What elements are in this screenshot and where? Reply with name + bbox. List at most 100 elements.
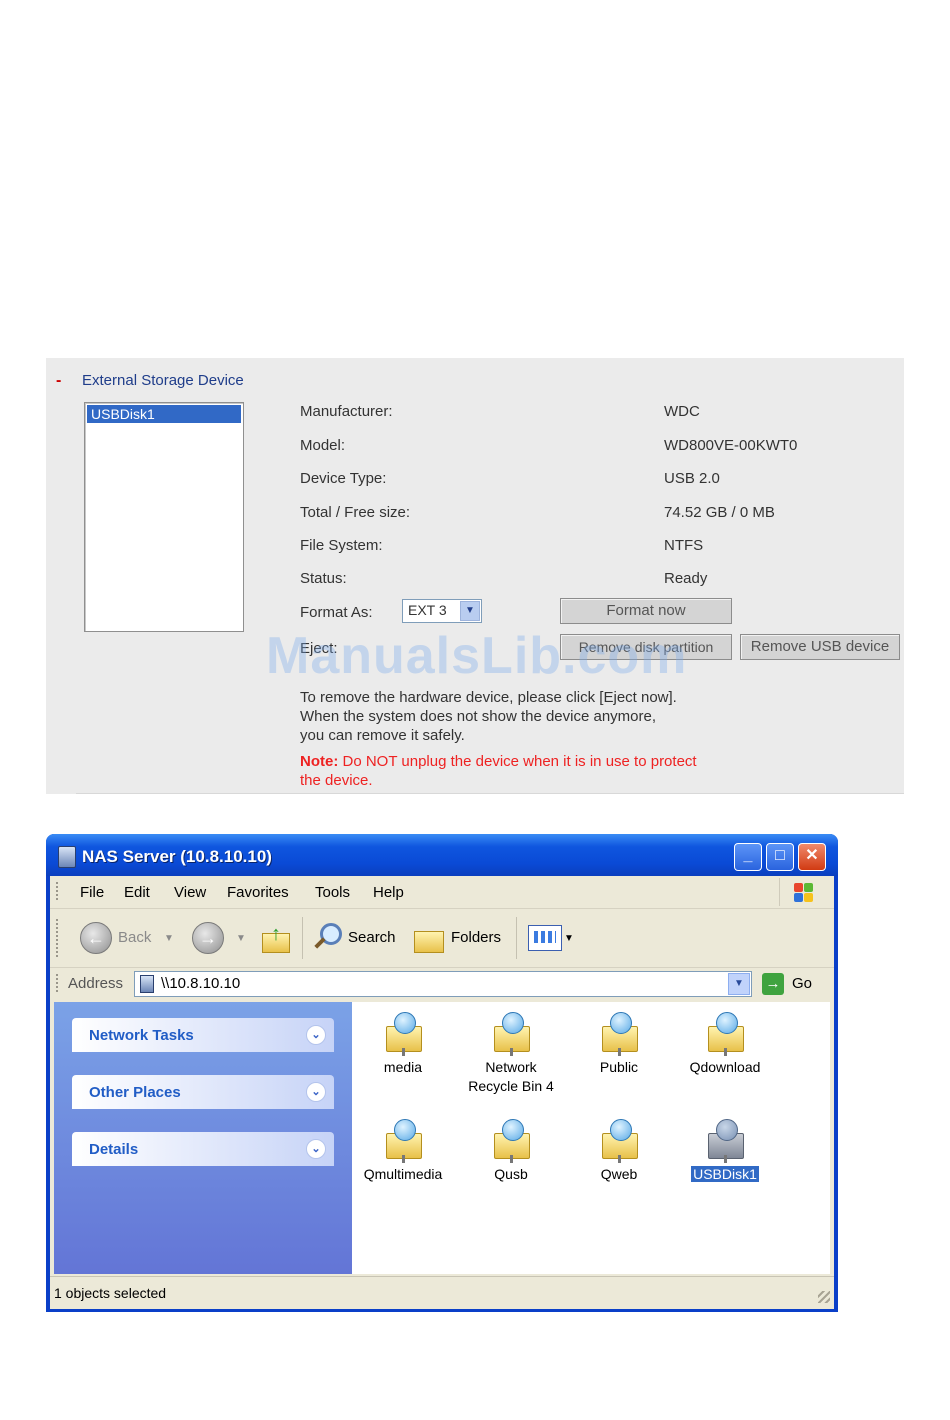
format-now-button[interactable]: Format now — [560, 598, 732, 624]
warning-note: Note: Do NOT unplug the device when it i… — [300, 752, 720, 790]
windows-logo-icon — [779, 878, 824, 906]
format-as-label: Format As: — [300, 604, 373, 621]
file-system-value: NTFS — [664, 537, 704, 554]
toolbar-separator — [302, 917, 303, 959]
shared-folder-icon — [384, 1010, 422, 1056]
resize-grip-icon[interactable] — [818, 1291, 830, 1303]
chevron-down-icon[interactable]: ⌄ — [306, 1082, 326, 1102]
folders-button-label[interactable]: Folders — [451, 929, 501, 946]
chevron-down-icon[interactable]: ⌄ — [306, 1139, 326, 1159]
share-item-qusb[interactable]: Qusb — [456, 1117, 566, 1184]
back-button-label[interactable]: Back — [118, 929, 151, 946]
shared-folder-icon — [706, 1010, 744, 1056]
share-item-usbdisk1[interactable]: USBDisk1 — [670, 1117, 780, 1184]
shared-folder-icon — [600, 1117, 638, 1163]
task-panel-details[interactable]: Details ⌄ — [72, 1132, 334, 1166]
divider — [76, 793, 904, 794]
shared-folder-icon — [492, 1010, 530, 1056]
chevron-down-icon[interactable]: ▼ — [728, 973, 750, 995]
views-dropdown-icon[interactable]: ▼ — [564, 933, 574, 944]
folder-view[interactable]: media Network Recycle Bin 4 Public Qdown… — [352, 1002, 830, 1274]
status-bar: 1 objects selected — [50, 1276, 834, 1309]
usb-drive-share-icon — [706, 1117, 744, 1163]
collapse-toggle[interactable]: - — [56, 372, 61, 390]
task-panel-network-tasks[interactable]: Network Tasks ⌄ — [72, 1018, 334, 1052]
chevron-down-icon[interactable]: ⌄ — [306, 1025, 326, 1045]
model-label: Model: — [300, 437, 346, 454]
network-drive-icon — [58, 846, 76, 868]
up-folder-icon[interactable]: ↑ — [262, 923, 290, 953]
window-title: NAS Server (10.8.10.10) — [82, 847, 272, 866]
address-label: Address — [68, 975, 124, 992]
back-dropdown-icon[interactable]: ▼ — [164, 933, 174, 944]
shared-folder-icon — [384, 1117, 422, 1163]
close-button[interactable]: ✕ — [798, 843, 826, 871]
menu-view[interactable]: View — [174, 884, 206, 901]
toolbar-grip[interactable] — [56, 974, 58, 994]
menu-tools[interactable]: Tools — [315, 884, 350, 901]
share-item-qmultimedia[interactable]: Qmultimedia — [348, 1117, 458, 1184]
remove-partition-button[interactable]: Remove disk partition — [560, 634, 732, 660]
device-list[interactable]: USBDisk1 — [84, 402, 244, 632]
status-value: Ready — [664, 570, 708, 587]
menu-edit[interactable]: Edit — [124, 884, 150, 901]
note-label: Note: — [300, 753, 339, 770]
share-item-network-recycle-bin[interactable]: Network Recycle Bin 4 — [456, 1010, 566, 1096]
window-body: File Edit View Favorites Tools Help ← Ba… — [50, 876, 834, 1309]
share-item-public[interactable]: Public — [564, 1010, 674, 1077]
format-select[interactable]: EXT 3 ▼ — [402, 599, 482, 623]
menu-bar: File Edit View Favorites Tools Help — [50, 876, 834, 909]
note-text: Do NOT unplug the device when it is in u… — [300, 753, 697, 789]
go-button-label[interactable]: Go — [792, 975, 812, 992]
address-input[interactable]: \\10.8.10.10 ▼ — [134, 971, 752, 997]
toolbar-grip[interactable] — [56, 882, 58, 902]
search-icon[interactable] — [312, 921, 342, 951]
standard-toolbar: ← Back ▼ → ▼ ↑ Search Folders ▼ — [50, 909, 834, 968]
remove-usb-button[interactable]: Remove USB device — [740, 634, 900, 660]
shared-folder-icon — [600, 1010, 638, 1056]
task-panel-title: Network Tasks — [89, 1027, 194, 1044]
device-type-label: Device Type: — [300, 470, 387, 487]
panel-title: External Storage Device — [82, 372, 244, 389]
size-value: 74.52 GB / 0 MB — [664, 504, 775, 521]
eject-label: Eject: — [300, 640, 338, 657]
network-drive-icon — [140, 975, 154, 993]
status-text: 1 objects selected — [54, 1285, 167, 1301]
forward-arrow-icon[interactable]: → — [192, 922, 224, 954]
device-list-item[interactable]: USBDisk1 — [87, 405, 241, 423]
status-label: Status: — [300, 570, 347, 587]
forward-dropdown-icon[interactable]: ▼ — [236, 933, 246, 944]
file-system-label: File System: — [300, 537, 383, 554]
share-item-media[interactable]: media — [348, 1010, 458, 1077]
manufacturer-value: WDC — [664, 403, 700, 420]
go-arrow-icon[interactable]: → — [762, 973, 784, 995]
title-bar[interactable]: NAS Server (10.8.10.10) _ □ ✕ — [46, 834, 838, 876]
chevron-down-icon[interactable]: ▼ — [460, 601, 480, 621]
menu-favorites[interactable]: Favorites — [227, 884, 289, 901]
minimize-button[interactable]: _ — [734, 843, 762, 871]
task-panel-title: Details — [89, 1141, 139, 1158]
toolbar-separator — [516, 917, 517, 959]
search-button-label[interactable]: Search — [348, 929, 396, 946]
views-icon[interactable] — [528, 925, 562, 951]
task-pane: Network Tasks ⌄ Other Places ⌄ Details ⌄ — [54, 1002, 352, 1274]
toolbar-grip[interactable] — [56, 919, 58, 959]
device-type-value: USB 2.0 — [664, 470, 720, 487]
model-value: WD800VE-00KWT0 — [664, 437, 798, 454]
eject-help-text: To remove the hardware device, please cl… — [300, 689, 677, 744]
maximize-button[interactable]: □ — [766, 843, 794, 871]
task-panel-title: Other Places — [89, 1084, 181, 1101]
format-select-value: EXT 3 — [408, 602, 447, 618]
back-arrow-icon[interactable]: ← — [80, 922, 112, 954]
share-item-qweb[interactable]: Qweb — [564, 1117, 674, 1184]
task-panel-other-places[interactable]: Other Places ⌄ — [72, 1075, 334, 1109]
menu-help[interactable]: Help — [373, 884, 404, 901]
share-item-qdownload[interactable]: Qdownload — [670, 1010, 780, 1077]
manufacturer-label: Manufacturer: — [300, 403, 393, 420]
folders-icon[interactable] — [414, 925, 444, 953]
menu-file[interactable]: File — [80, 884, 104, 901]
selected-item-label: USBDisk1 — [690, 1165, 760, 1183]
explorer-window: NAS Server (10.8.10.10) _ □ ✕ File Edit … — [46, 834, 838, 1312]
address-bar: Address \\10.8.10.10 ▼ → Go — [50, 968, 834, 1000]
size-label: Total / Free size: — [300, 504, 411, 521]
